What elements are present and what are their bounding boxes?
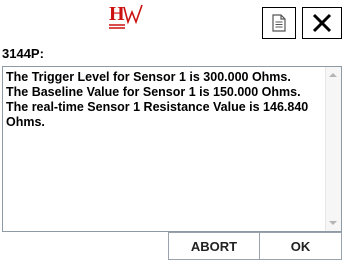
message-line-realtime: The real-time Sensor 1 Resistance Value …	[6, 100, 309, 129]
close-button[interactable]	[302, 7, 342, 39]
message-dialog: H 3144P: The Trigger Level for Sensor 1 …	[0, 0, 345, 264]
svg-text:H: H	[109, 3, 125, 25]
document-button[interactable]	[262, 7, 296, 39]
document-icon	[272, 14, 286, 32]
message-text: The Trigger Level for Sensor 1 is 300.00…	[6, 70, 320, 130]
message-line-baseline: The Baseline Value for Sensor 1 is 150.0…	[6, 85, 301, 99]
ok-button[interactable]: OK	[259, 232, 342, 260]
close-icon	[312, 13, 332, 33]
scroll-up-arrow-icon[interactable]	[329, 73, 337, 77]
abort-button[interactable]: ABORT	[168, 232, 260, 260]
scroll-down-arrow-icon[interactable]	[329, 221, 337, 225]
device-title: 3144P:	[2, 46, 44, 61]
message-line-trigger: The Trigger Level for Sensor 1 is 300.00…	[6, 70, 291, 84]
hart-logo: H	[109, 3, 143, 29]
message-box[interactable]: The Trigger Level for Sensor 1 is 300.00…	[2, 66, 342, 232]
vertical-scrollbar[interactable]	[325, 67, 341, 231]
